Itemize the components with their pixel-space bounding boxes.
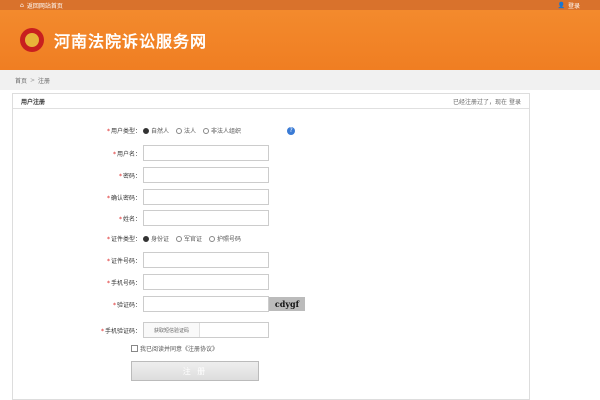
phone-input[interactable] xyxy=(143,274,269,290)
breadcrumb: 首页 > 注册 xyxy=(0,70,600,90)
home-icon: ⌂ xyxy=(20,1,24,9)
user-type-legal-radio[interactable]: 法人 xyxy=(176,126,196,135)
login-link[interactable]: 👤 登录 xyxy=(558,1,581,10)
sms-code-input[interactable]: 获取短信验证码 xyxy=(143,322,269,338)
site-title: 河南法院诉讼服务网 xyxy=(54,32,208,51)
username-row: *用户名： xyxy=(13,145,269,161)
register-panel: 用户注册 已经注册过了，现在 登录 *用户类型： 自然人 法人 非法人组织 ? … xyxy=(12,93,530,400)
captcha-row: *验证码： cdygf xyxy=(13,296,305,312)
agreement-row: 我已阅读并同意《注册协议》 xyxy=(131,344,218,353)
panel-login-link[interactable]: 登录 xyxy=(509,99,521,106)
user-type-org-radio[interactable]: 非法人组织 xyxy=(203,126,241,135)
name-row: *姓名： xyxy=(13,210,269,226)
help-icon[interactable]: ? xyxy=(287,126,296,135)
user-type-row: *用户类型： 自然人 法人 非法人组织 ? xyxy=(13,126,296,135)
top-bar: ⌂ 返回网站首页 👤 登录 xyxy=(0,0,600,10)
register-button[interactable]: 注 册 xyxy=(131,361,259,381)
password-row: *密码： xyxy=(13,167,269,183)
id-type-idcard-radio[interactable]: 身份证 xyxy=(143,234,169,243)
username-input[interactable] xyxy=(143,145,269,161)
site-banner: 河南法院诉讼服务网 xyxy=(0,10,600,70)
id-type-row: *证件类型： 身份证 军官证 护照号码 xyxy=(106,234,242,243)
panel-title: 用户注册 xyxy=(21,98,46,106)
agreement-checkbox[interactable] xyxy=(131,345,138,352)
confirm-password-input[interactable] xyxy=(143,189,269,205)
user-type-natural-radio[interactable]: 自然人 xyxy=(143,126,169,135)
user-icon: 👤 xyxy=(557,1,565,9)
court-emblem-icon xyxy=(20,28,44,52)
captcha-input[interactable] xyxy=(143,296,269,312)
sms-code-row: *手机验证码： 获取短信验证码 xyxy=(13,322,269,338)
id-number-row: *证件号码： xyxy=(13,252,269,268)
breadcrumb-current: 注册 xyxy=(38,77,51,85)
password-input[interactable] xyxy=(143,167,269,183)
agreement-text[interactable]: 我已阅读并同意《注册协议》 xyxy=(140,344,218,353)
home-link[interactable]: ⌂ 返回网站首页 xyxy=(20,1,63,10)
have-account-text: 已经注册过了，现在 登录 xyxy=(453,98,521,106)
name-input[interactable] xyxy=(143,210,269,226)
breadcrumb-separator-icon: > xyxy=(30,76,36,84)
confirm-password-row: *确认密码： xyxy=(13,189,269,205)
breadcrumb-home[interactable]: 首页 xyxy=(15,76,27,85)
id-type-passport-radio[interactable]: 护照号码 xyxy=(209,234,241,243)
submit-row: 注 册 xyxy=(131,361,259,381)
captcha-image[interactable]: cdygf xyxy=(269,297,305,311)
phone-row: *手机号码： xyxy=(13,274,269,290)
panel-header: 用户注册 已经注册过了，现在 登录 xyxy=(13,94,529,109)
get-sms-code-button[interactable]: 获取短信验证码 xyxy=(144,323,200,337)
id-number-input[interactable] xyxy=(143,252,269,268)
id-type-officer-radio[interactable]: 军官证 xyxy=(176,234,202,243)
